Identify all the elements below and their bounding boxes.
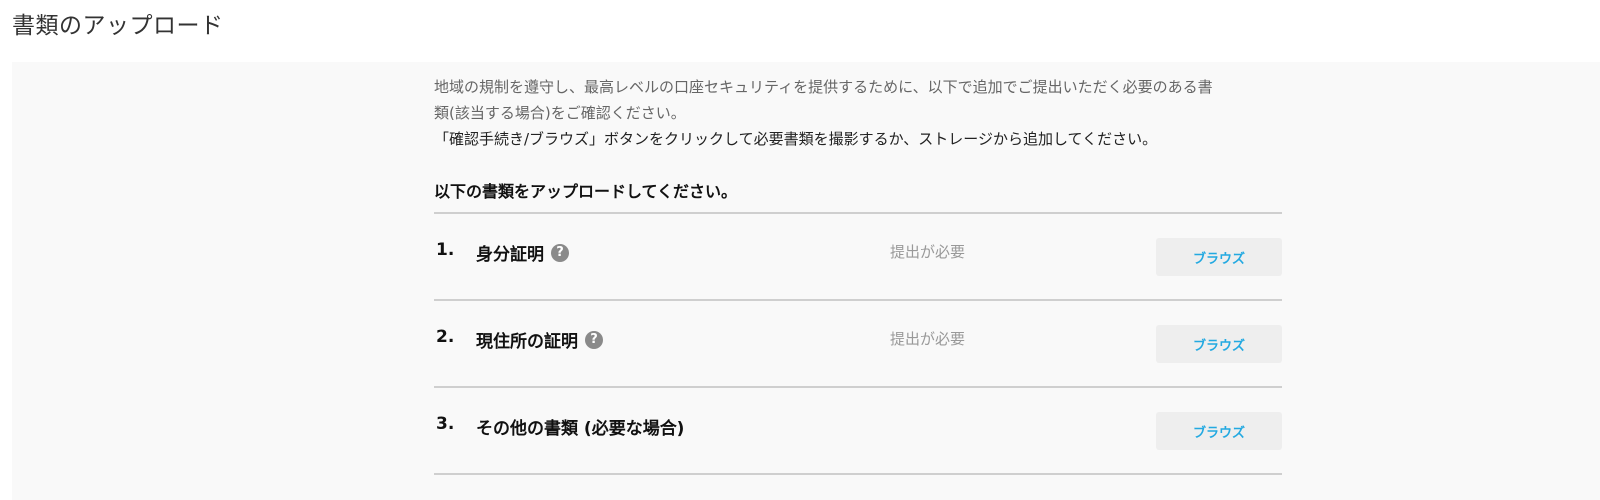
help-icon[interactable]: ? <box>551 243 569 262</box>
document-row-address: 2. 現住所の証明 ? 提出が必要 ブラウズ <box>434 301 1282 388</box>
documents-heading: 以下の書類をアップロードしてください。 <box>434 178 1282 214</box>
document-row-identity: 1. 身分証明 ? 提出が必要 ブラウズ <box>434 214 1282 301</box>
document-label: その他の書類 (必要な場合) <box>476 414 684 439</box>
help-icon[interactable]: ? <box>585 330 603 349</box>
document-label-text: 身分証明 <box>476 245 544 265</box>
document-status: 提出が必要 <box>890 243 966 261</box>
document-status: 提出が必要 <box>890 330 966 348</box>
browse-button-identity[interactable]: ブラウズ <box>1156 238 1282 276</box>
document-label-text: 現住所の証明 <box>476 332 578 352</box>
upload-panel: 地域の規制を遵守し、最高レベルの口座セキュリティを提供するために、以下で追加でご… <box>12 62 1600 500</box>
document-label: 現住所の証明 ? <box>476 327 603 352</box>
intro-line-1: 地域の規制を遵守し、最高レベルの口座セキュリティを提供するために、以下で追加でご… <box>434 78 1213 96</box>
browse-button-other[interactable]: ブラウズ <box>1156 412 1282 450</box>
document-number: 1. <box>436 240 455 260</box>
intro-text: 地域の規制を遵守し、最高レベルの口座セキュリティを提供するために、以下で追加でご… <box>434 74 1282 126</box>
document-row-other: 3. その他の書類 (必要な場合) ブラウズ <box>434 388 1282 475</box>
document-number: 2. <box>436 327 455 347</box>
document-label-text: その他の書類 (必要な場合) <box>476 419 685 439</box>
upload-content: 地域の規制を遵守し、最高レベルの口座セキュリティを提供するために、以下で追加でご… <box>434 74 1282 475</box>
document-number: 3. <box>436 414 455 434</box>
document-label: 身分証明 ? <box>476 240 569 265</box>
instruction-text: 「確認手続き/ブラウズ」ボタンをクリックして必要書類を撮影するか、ストレージから… <box>434 130 1158 148</box>
intro-line-2: 類(該当する場合)をご確認ください。 <box>434 104 686 122</box>
browse-button-address[interactable]: ブラウズ <box>1156 325 1282 363</box>
page-title: 書類のアップロード <box>12 13 224 39</box>
